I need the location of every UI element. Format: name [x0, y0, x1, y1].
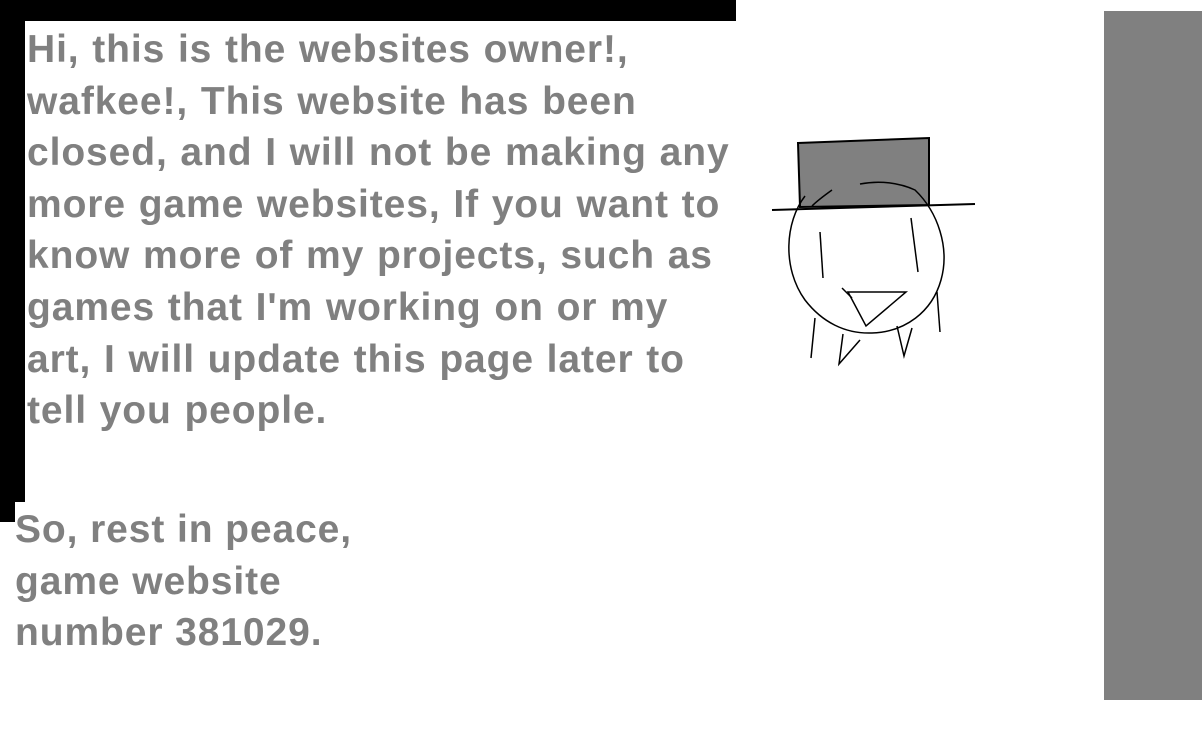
left-border-stub	[0, 502, 15, 522]
top-border-bar	[0, 0, 736, 21]
closure-message: Hi, this is the websites owner!, wafkee!…	[27, 28, 730, 433]
farewell-line-1: So, rest in peace,	[15, 508, 352, 551]
farewell-text: So, rest in peace, game website number 3…	[15, 504, 352, 659]
right-side-panel	[1104, 11, 1202, 700]
farewell-line-2: game website	[15, 559, 282, 603]
left-border-bar	[0, 0, 25, 502]
farewell-line-3: number 381029.	[15, 611, 323, 655]
top-hat-character-drawing	[771, 136, 976, 367]
